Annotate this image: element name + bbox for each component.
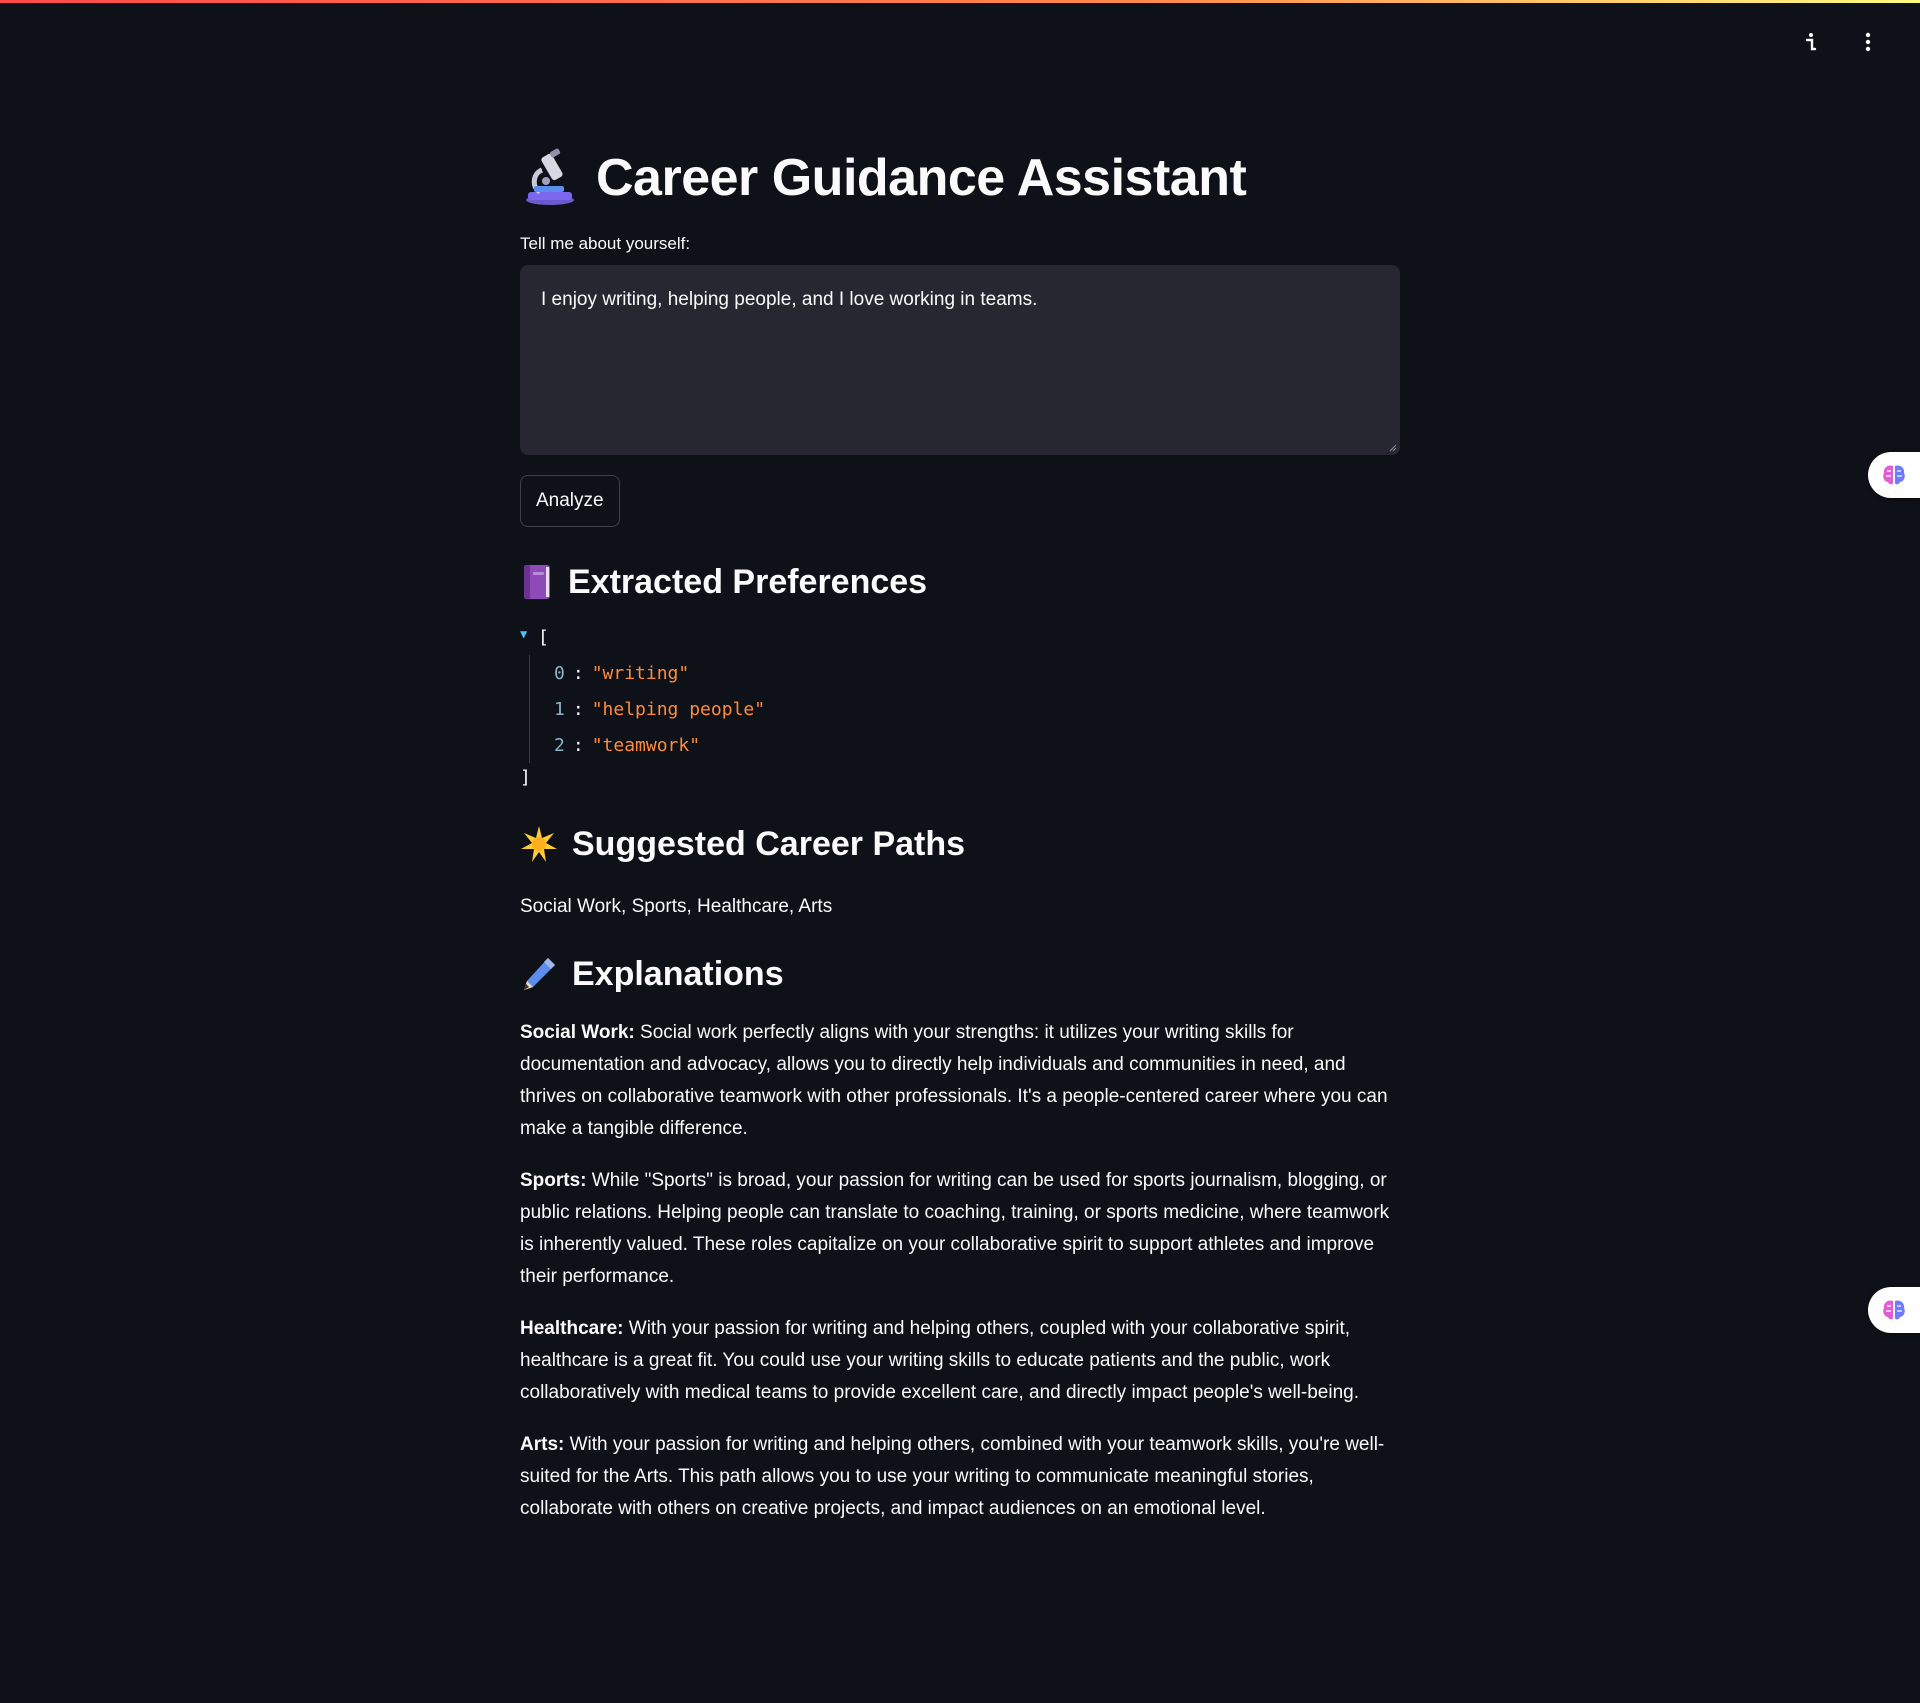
brain-icon [1883, 1300, 1905, 1320]
top-decoration-bar [0, 0, 1920, 3]
pencil-icon [524, 958, 555, 990]
explanation-title: Healthcare: [520, 1318, 624, 1339]
json-item: 1: "helping people" [554, 698, 766, 720]
more-vertical-icon[interactable] [1856, 30, 1880, 54]
collapse-caret-icon[interactable]: ▼ [520, 627, 538, 641]
explanation-title: Sports: [520, 1170, 587, 1191]
analyze-button[interactable]: Analyze [520, 475, 620, 527]
careers-heading-text: Suggested Career Paths [572, 824, 966, 863]
explanation-text: Social work perfectly aligns with your s… [520, 1022, 1388, 1139]
about-yourself-input[interactable]: I enjoy writing, helping people, and I l… [520, 265, 1400, 455]
career-paths-list: Social Work, Sports, Healthcare, Arts [520, 896, 833, 917]
preferences-heading: Extracted Preferences [520, 557, 1400, 607]
json-close-bracket: ] [520, 766, 531, 788]
sparkle-icon [521, 826, 557, 862]
json-value: "helping people" [591, 698, 766, 720]
main-content: Career Guidance Assistant Tell me about … [520, 140, 1400, 1525]
brain-icon [1883, 465, 1905, 485]
page-title: Career Guidance Assistant [520, 140, 1400, 216]
explanation-item: Sports: While "Sports" is broad, your pa… [520, 1165, 1400, 1293]
explanations-heading-text: Explanations [572, 954, 784, 993]
explanation-text: With your passion for writing and helpin… [520, 1434, 1385, 1519]
input-label: Tell me about yourself: [520, 234, 691, 253]
json-key: 2 [554, 734, 565, 756]
json-item: 2: "teamwork" [554, 734, 701, 756]
info-icon[interactable] [1798, 30, 1822, 54]
careers-heading: Suggested Career Paths [520, 819, 1400, 869]
json-value: "teamwork" [591, 734, 701, 756]
explanation-title: Arts: [520, 1434, 565, 1455]
resize-handle-icon[interactable] [1387, 442, 1397, 452]
explanation-item: Arts: With your passion for writing and … [520, 1429, 1400, 1525]
page-title-text: Career Guidance Assistant [596, 149, 1247, 207]
preferences-heading-text: Extracted Preferences [568, 562, 928, 601]
json-item: 0: "writing" [554, 662, 690, 684]
header-actions [1798, 30, 1880, 54]
microscope-icon [526, 148, 574, 205]
explanation-title: Social Work: [520, 1022, 635, 1043]
json-key: 1 [554, 698, 565, 720]
json-value: "writing" [591, 662, 690, 684]
explanations-heading: Explanations [520, 949, 1400, 999]
explanation-item: Healthcare: With your passion for writin… [520, 1313, 1400, 1409]
side-widget-button[interactable] [1868, 1287, 1920, 1333]
json-items: 0: "writing" 1: "helping people" 2: "teamwo… [529, 655, 1400, 763]
book-icon [524, 565, 550, 599]
json-open-bracket: [ [538, 626, 549, 648]
json-key: 0 [554, 662, 565, 684]
explanation-text: With your passion for writing and helpin… [520, 1318, 1359, 1403]
explanation-text: While "Sports" is broad, your passion fo… [520, 1170, 1390, 1287]
explanation-item: Social Work: Social work perfectly align… [520, 1017, 1400, 1145]
preferences-json-viewer: ▼ [ 0: "writing" 1: "helping people" 2: "te… [520, 619, 1400, 791]
about-yourself-textarea-container: I enjoy writing, helping people, and I l… [520, 265, 1400, 455]
explanations-list: Social Work: Social work perfectly align… [520, 1017, 1400, 1525]
side-widget-button[interactable] [1868, 452, 1920, 498]
